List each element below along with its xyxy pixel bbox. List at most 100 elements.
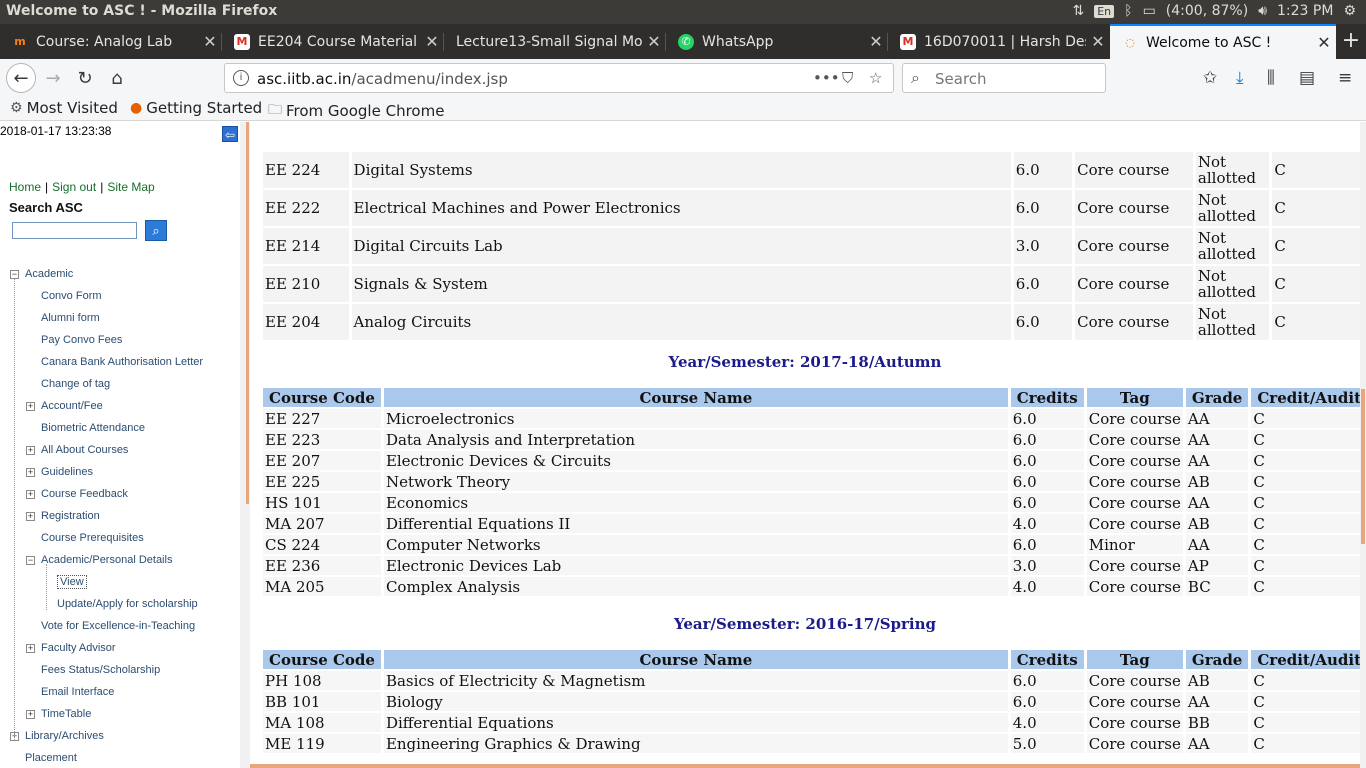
tree-item-timetable[interactable]: TimeTable [41,708,91,720]
site-info-icon[interactable]: i [233,70,249,86]
table-cell: BB 101 [263,692,381,711]
close-icon[interactable]: ✕ [864,32,888,51]
new-tab-button[interactable]: + [1336,24,1366,59]
library-icon[interactable]: ⫼ [1267,68,1275,88]
table-cell: C [1251,556,1360,575]
expand-node-icon[interactable]: + [26,710,35,719]
table-row: EE 204 Analog Circuits 6.0 Core course Not a… [263,304,1360,340]
tree-item-library-archives[interactable]: Library/Archives [25,730,104,742]
table-cell: C [1272,304,1360,340]
collapse-sidebar-icon[interactable]: ⇦ [222,126,238,142]
search-asc-input[interactable] [12,222,137,239]
site-map-link[interactable]: Site Map [107,180,154,194]
bookmark-most-visited[interactable]: ⚙ Most Visited [10,99,118,117]
table-row: EE 214 Digital Circuits Lab 3.0 Core course… [263,228,1360,264]
bookmark-from-google-chrome[interactable]: 🗀 From Google Chrome [268,99,444,123]
search-bar[interactable]: ⌕ Search [902,63,1106,93]
tree-item-placement[interactable]: Placement [25,752,77,764]
forward-button[interactable]: → [38,63,68,93]
close-icon[interactable]: ✕ [420,32,444,51]
tree-item-pay-convo-fees[interactable]: Pay Convo Fees [41,334,122,346]
tree-item-fees-status-scholarship[interactable]: Fees Status/Scholarship [41,664,160,676]
search-go-button[interactable]: ⌕ [145,220,167,241]
tree-item-all-about-courses[interactable]: All About Courses [41,444,128,456]
vertical-scrollbar[interactable] [1360,122,1366,768]
table-cell: AA [1185,430,1249,449]
expand-node-icon[interactable]: + [26,512,35,521]
tree-item-convo-form[interactable]: Convo Form [41,290,102,302]
tree-item-academic[interactable]: Academic [25,268,73,280]
sign-out-link[interactable]: Sign out [52,180,96,194]
close-icon[interactable]: ✕ [1086,32,1110,51]
battery-status[interactable]: (4:00, 87%) [1166,3,1248,19]
menu-icon[interactable]: ≡ [1338,68,1352,88]
close-icon[interactable]: ✕ [642,32,666,51]
tree-item-academic-personal-details[interactable]: Academic/Personal Details [41,554,172,566]
expand-node-icon[interactable]: + [26,446,35,455]
keyboard-layout[interactable]: En [1094,4,1115,18]
url-text[interactable]: asc.iitb.ac.in/acadmenu/index.jsp [257,70,508,88]
tree-item-guidelines[interactable]: Guidelines [41,466,93,478]
bookmark-star-icon[interactable]: ☆ [869,69,882,87]
close-icon[interactable]: ✕ [1312,33,1336,52]
table-cell: AA [1185,493,1249,512]
sidebar-icon[interactable]: ▤ [1299,68,1315,88]
close-icon[interactable]: ✕ [198,32,222,51]
scroll-thumb[interactable] [1361,389,1365,544]
tree-item-course-prerequisites[interactable]: Course Prerequisites [41,532,144,544]
tab-harsh[interactable]: M 16D070011 | Harsh Desh ✕ [888,24,1110,59]
bluetooth-icon[interactable]: ᛒ [1124,3,1132,19]
table-cell: 6.0 [1013,190,1073,226]
reload-button[interactable]: ↻ [70,63,100,93]
home-button[interactable]: ⌂ [102,63,132,93]
download-icon[interactable]: ⤓ [1236,68,1244,88]
battery-icon[interactable]: ▭ [1143,3,1156,19]
sidebar-divider [240,122,250,768]
bookmark-getting-started[interactable]: ● Getting Started [130,99,262,117]
tree-item-course-feedback[interactable]: Course Feedback [41,488,128,500]
pocket-icon[interactable]: ⛉ [842,69,853,87]
tree-item-biometric-attendance[interactable]: Biometric Attendance [41,422,145,434]
table-cell: Core course [1086,713,1183,732]
bookmarks-star-icon[interactable]: ✩ [1203,68,1217,88]
tree-item-email-interface[interactable]: Email Interface [41,686,114,698]
tree-item-account-fee[interactable]: Account/Fee [41,400,103,412]
tree-item-view[interactable]: View [57,575,87,589]
column-header: Tag [1086,650,1183,669]
tab-analog-lab[interactable]: m Course: Analog Lab ✕ [0,24,222,59]
table-cell: Signals & System [351,266,1011,302]
tab-asc-active[interactable]: ◌ Welcome to ASC ! ✕ [1110,24,1336,59]
bookmark-label: Most Visited [26,99,118,117]
network-icon[interactable]: ⇅ [1073,3,1085,19]
page-actions-icon[interactable]: ••• [813,69,840,87]
volume-icon[interactable]: 🔊︎ [1258,3,1267,19]
expand-node-icon[interactable]: + [26,490,35,499]
tree-item-canara-bank-authorisation-letter[interactable]: Canara Bank Authorisation Letter [41,356,203,368]
table-cell: 6.0 [1013,266,1073,302]
tree-item-change-of-tag[interactable]: Change of tag [41,378,110,390]
tree-item-alumni-form[interactable]: Alumni form [41,312,100,324]
tab-ee204[interactable]: M EE204 Course Material - ✕ [222,24,444,59]
settings-icon[interactable]: ⚙ [1343,3,1356,19]
tree-item-update-apply-for-scholarship[interactable]: Update/Apply for scholarship [57,598,198,610]
expand-node-icon[interactable]: + [26,468,35,477]
back-button[interactable]: ← [6,63,36,93]
clock[interactable]: 1:23 PM [1277,3,1333,19]
table-cell: CS 224 [263,535,381,554]
table-cell: Core course [1075,152,1193,188]
table-row: EE 210 Signals & System 6.0 Core course Not … [263,266,1360,302]
expand-node-icon[interactable]: + [26,644,35,653]
table-cell: AB [1185,514,1249,533]
table-cell: 6.0 [1010,430,1084,449]
tree-item-vote-for-excellence-in-teaching[interactable]: Vote for Excellence-in-Teaching [41,620,195,632]
tab-lecture13[interactable]: Lecture13-Small Signal Mod ✕ [444,24,666,59]
tree-item-registration[interactable]: Registration [41,510,100,522]
expand-node-icon[interactable]: + [26,402,35,411]
table-cell: AP [1185,556,1249,575]
address-bar[interactable]: i asc.iitb.ac.in/acadmenu/index.jsp ••• … [224,63,894,93]
table-cell: 6.0 [1013,304,1073,340]
home-link[interactable]: Home [9,180,41,194]
tab-whatsapp[interactable]: ✆ WhatsApp ✕ [666,24,888,59]
tree-item-faculty-advisor[interactable]: Faculty Advisor [41,642,116,654]
collapse-node-icon[interactable]: − [26,556,35,565]
